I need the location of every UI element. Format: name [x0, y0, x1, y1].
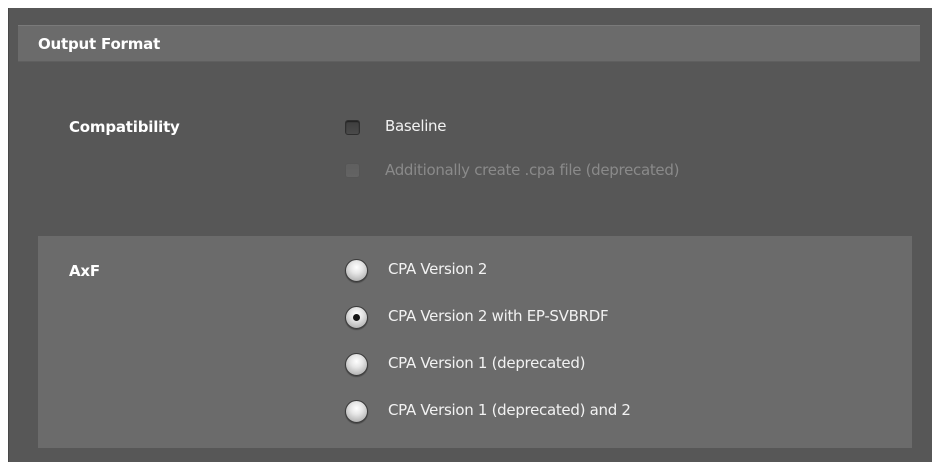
radio-cpa-version-2[interactable]: [345, 259, 368, 282]
baseline-label[interactable]: Baseline: [385, 117, 447, 135]
cpa-version-2-ep-svbrdf-label[interactable]: CPA Version 2 with EP-SVBRDF: [388, 307, 609, 325]
cpa-version-2-label[interactable]: CPA Version 2: [388, 260, 487, 278]
section-header: Output Format: [18, 25, 920, 62]
cpa-version-1-and-2-label[interactable]: CPA Version 1 (deprecated) and 2: [388, 401, 631, 419]
cpa-version-1-label[interactable]: CPA Version 1 (deprecated): [388, 354, 585, 372]
radio-cpa-version-2-ep-svbrdf[interactable]: [345, 306, 368, 329]
section-title: Output Format: [38, 35, 161, 53]
axf-label: AxF: [69, 262, 100, 280]
create-cpa-file-checkbox: [345, 163, 360, 178]
radio-cpa-version-1[interactable]: [345, 353, 368, 376]
compatibility-label: Compatibility: [69, 118, 180, 136]
radio-dot: [353, 314, 360, 321]
baseline-checkbox[interactable]: [345, 120, 360, 135]
create-cpa-file-label: Additionally create .cpa file (deprecate…: [385, 161, 680, 179]
radio-cpa-version-1-and-2[interactable]: [345, 400, 368, 423]
